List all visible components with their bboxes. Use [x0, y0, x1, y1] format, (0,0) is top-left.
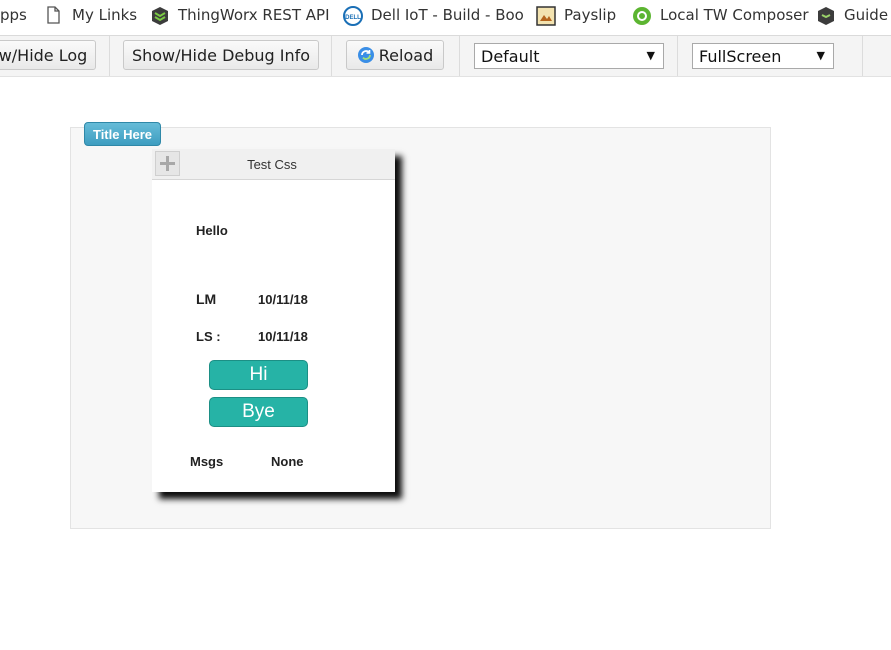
- panel-title-tab: Title Here: [84, 122, 161, 146]
- view-mode-select[interactable]: FullScreen ▼: [692, 43, 834, 69]
- card-title: Test Css: [247, 156, 297, 172]
- bookmark-label: Guide W: [844, 6, 891, 24]
- hi-button-label: Hi: [249, 364, 268, 385]
- toolbar-divider: [862, 36, 863, 76]
- hello-label: Hello: [196, 223, 228, 238]
- dell-icon: DELL: [343, 6, 363, 26]
- thingworx-icon: [150, 6, 168, 25]
- svg-text:DELL: DELL: [345, 15, 361, 21]
- theme-select-value: Default: [481, 46, 540, 66]
- hi-button[interactable]: Hi: [209, 360, 308, 390]
- reload-label: Reload: [378, 45, 434, 65]
- ls-value: 10/11/18: [258, 329, 308, 344]
- bookmark-payslip[interactable]: Payslip: [536, 0, 616, 30]
- view-mode-select-value: FullScreen: [699, 46, 782, 66]
- dropdown-arrow-icon: ▼: [816, 49, 825, 62]
- show-hide-log-button[interactable]: w/Hide Log: [0, 40, 96, 70]
- toolbar-divider: [459, 36, 460, 76]
- bye-button-label: Bye: [242, 401, 275, 422]
- dropdown-arrow-icon: ▼: [646, 49, 655, 62]
- bookmark-thingworx-rest-api[interactable]: ThingWorx REST API: [150, 0, 330, 30]
- toolbar-divider: [331, 36, 332, 76]
- bookmark-label: ThingWorx REST API: [178, 6, 330, 24]
- bookmark-my-links[interactable]: My Links: [44, 0, 137, 30]
- bookmark-apps[interactable]: pps: [0, 0, 27, 30]
- show-hide-log-label: w/Hide Log: [0, 45, 88, 65]
- panel-title-label: Title Here: [92, 126, 152, 142]
- document-icon: [44, 6, 62, 24]
- msgs-label: Msgs: [190, 454, 224, 469]
- bookmark-label: My Links: [72, 6, 138, 24]
- mashup-toolbar: w/Hide Log Show/Hide Debug Info Reload D…: [0, 36, 891, 77]
- toolbar-divider: [677, 36, 678, 76]
- lm-value: 10/11/18: [258, 292, 308, 307]
- bookmarks-bar: pps My Links ThingWorx REST API DELL Del…: [0, 0, 891, 36]
- bookmark-label: Dell IoT - Build - Boo: [371, 6, 524, 24]
- guide-icon: [816, 6, 834, 25]
- msgs-value: None: [271, 454, 304, 469]
- add-button[interactable]: [155, 151, 180, 176]
- reload-icon: [357, 46, 375, 64]
- composer-icon: [632, 6, 651, 25]
- payslip-icon: [536, 6, 556, 26]
- toolbar-divider: [109, 36, 110, 76]
- show-hide-debug-label: Show/Hide Debug Info: [131, 45, 311, 65]
- bookmark-label: Local TW Composer: [660, 6, 809, 24]
- theme-select[interactable]: Default ▼: [474, 43, 664, 69]
- lm-label: LM: [196, 291, 217, 307]
- reload-button[interactable]: Reload: [346, 40, 444, 70]
- card-header: Test Css: [152, 149, 395, 180]
- bookmark-label: pps: [0, 6, 27, 24]
- test-css-card: Test Css Hello LM 10/11/18 LS : 10/11/18…: [152, 149, 395, 492]
- show-hide-debug-button[interactable]: Show/Hide Debug Info: [123, 40, 319, 70]
- bye-button[interactable]: Bye: [209, 397, 308, 427]
- ls-label: LS :: [196, 329, 221, 344]
- bookmark-label: Payslip: [564, 6, 617, 24]
- bookmark-local-tw-composer[interactable]: Local TW Composer: [632, 0, 809, 30]
- bookmark-guide[interactable]: Guide W: [816, 0, 891, 30]
- bookmark-dell-iot[interactable]: DELL Dell IoT - Build - Boo: [343, 0, 524, 30]
